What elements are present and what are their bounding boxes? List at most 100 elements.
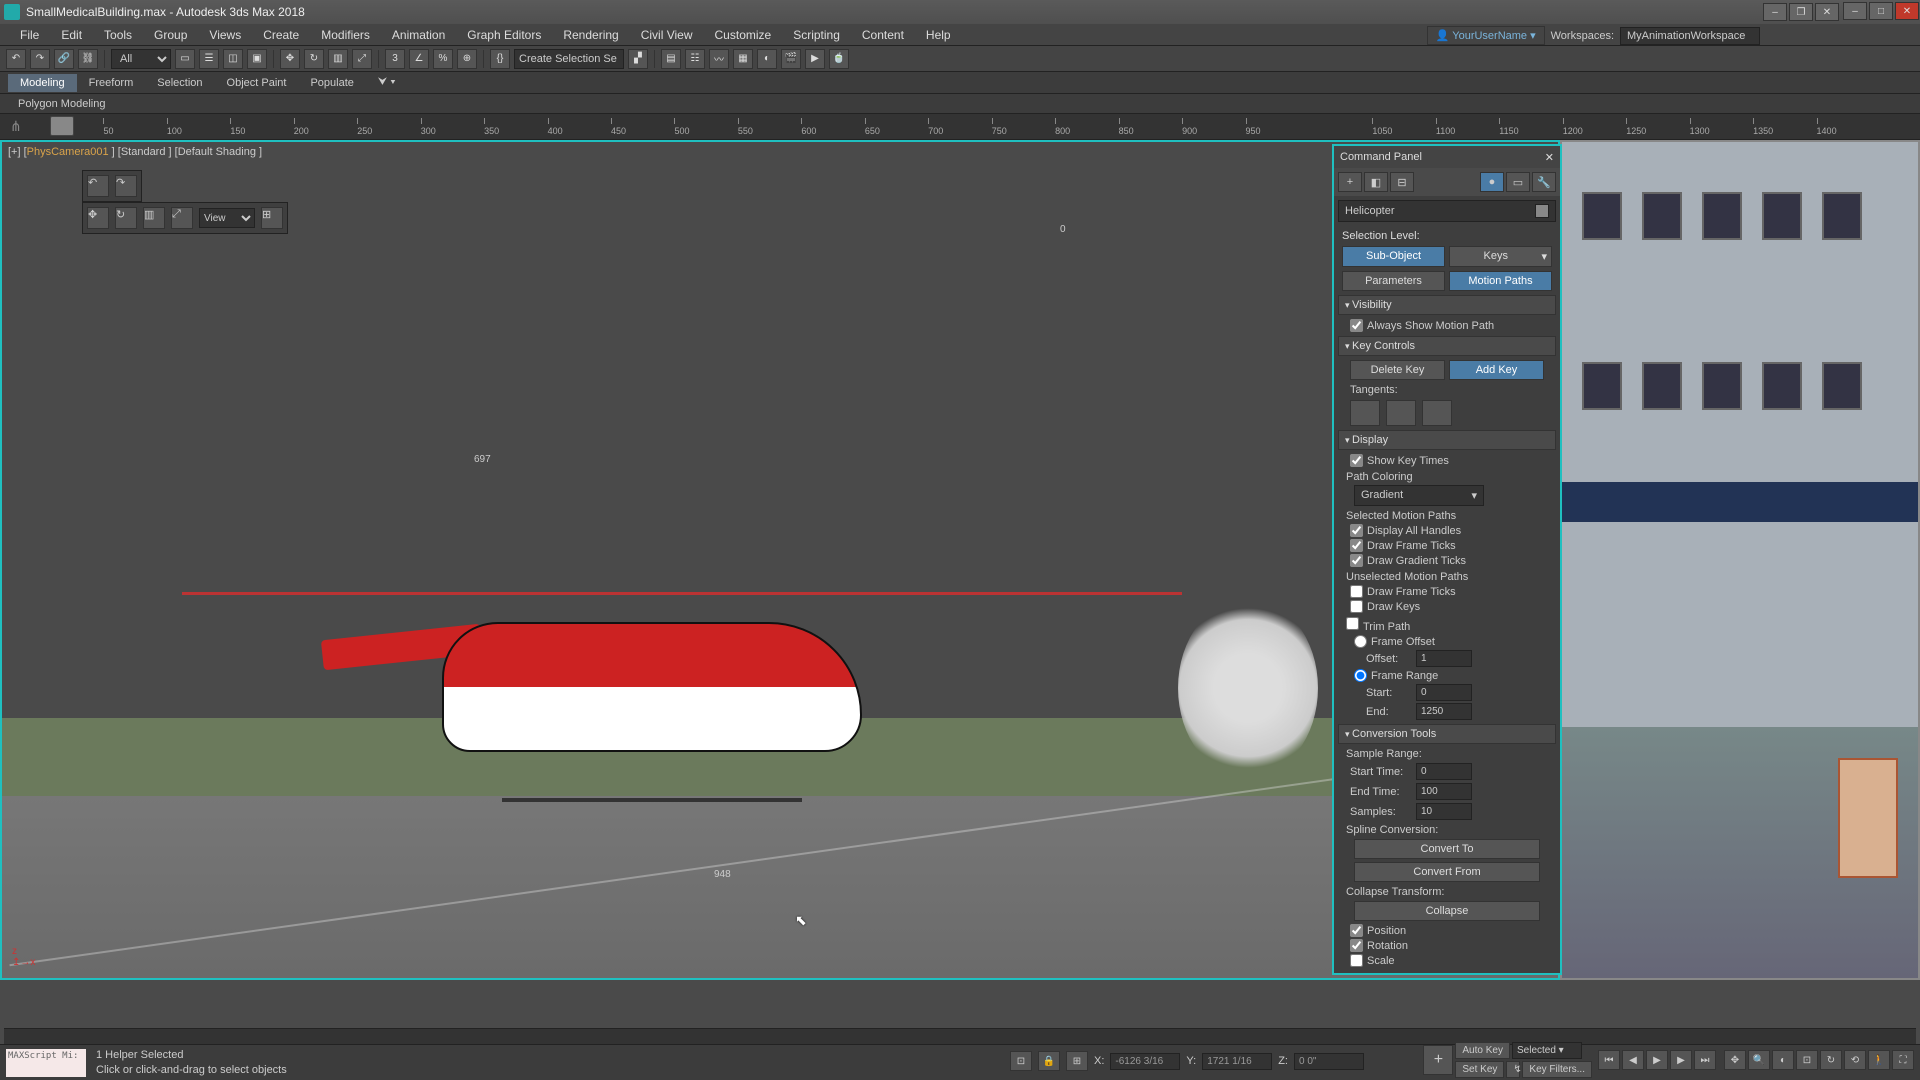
collapse-button[interactable]: Collapse	[1354, 901, 1540, 921]
move-icon[interactable]: ✥	[280, 49, 300, 69]
curve-editor-icon[interactable]: 〰	[709, 49, 729, 69]
menu-scripting[interactable]: Scripting	[783, 26, 850, 44]
utilities-tab-icon[interactable]: 🔧	[1532, 172, 1556, 192]
prev-frame-icon[interactable]: ◀	[1622, 1050, 1644, 1070]
menu-create[interactable]: Create	[253, 26, 309, 44]
layers-icon[interactable]: ☷	[685, 49, 705, 69]
viewport-label[interactable]: [+] [PhysCamera001 ] [Standard ] [Defaul…	[8, 146, 262, 158]
x-input[interactable]	[1110, 1053, 1180, 1070]
parameters-button[interactable]: Parameters	[1342, 271, 1445, 291]
timeline-config-icon[interactable]: ⋔	[10, 118, 22, 135]
display-tab-icon[interactable]: ▭	[1506, 172, 1530, 192]
viewport-camera[interactable]: 697 948 1250 0 z↥→x [+] [PhysCamera001 ]…	[0, 140, 1560, 980]
tangent-type-2-icon[interactable]	[1386, 400, 1416, 426]
link-icon[interactable]: 🔗	[54, 49, 74, 69]
render-frame-icon[interactable]: ▶	[805, 49, 825, 69]
position-checkbox[interactable]: Position	[1350, 924, 1552, 937]
offset-spinner[interactable]	[1416, 650, 1472, 667]
tab-populate[interactable]: Populate	[298, 74, 365, 92]
rollout-keycontrols[interactable]: Key Controls	[1338, 336, 1556, 356]
key-flyout-icon[interactable]: ↯	[1506, 1061, 1520, 1078]
tab-freeform[interactable]: Freeform	[77, 74, 146, 92]
scale-checkbox[interactable]: Scale	[1350, 954, 1552, 967]
redo-icon[interactable]: ↷	[30, 49, 50, 69]
draw-gradient-ticks-checkbox[interactable]: Draw Gradient Ticks	[1350, 554, 1552, 567]
close-button[interactable]: ✕	[1895, 2, 1919, 20]
nav-zoom-icon[interactable]: 🔍	[1748, 1050, 1770, 1070]
command-panel-title[interactable]: Command Panel ✕	[1334, 146, 1560, 168]
spinner-snap-icon[interactable]: ⊕	[457, 49, 477, 69]
tangent-type-1-icon[interactable]	[1350, 400, 1380, 426]
y-input[interactable]	[1202, 1053, 1272, 1070]
draw-frame-ticks2-checkbox[interactable]: Draw Frame Ticks	[1350, 585, 1552, 598]
rollout-visibility[interactable]: Visibility	[1338, 295, 1556, 315]
set-key-big-button[interactable]: +	[1423, 1045, 1453, 1075]
delete-key-button[interactable]: Delete Key	[1350, 360, 1445, 380]
nav-walk-icon[interactable]: 🚶	[1868, 1050, 1890, 1070]
isolate-icon[interactable]: ⊡	[1010, 1051, 1032, 1071]
rotate-icon[interactable]: ↻	[304, 49, 324, 69]
play-icon[interactable]: ▶	[1646, 1050, 1668, 1070]
setkey-button[interactable]: Set Key	[1455, 1061, 1504, 1078]
unlink-icon[interactable]: ⛓	[78, 49, 98, 69]
doc-close-button[interactable]: ✕	[1815, 3, 1839, 21]
samples-spinner[interactable]	[1416, 803, 1472, 820]
select-region-icon[interactable]: ◫	[223, 49, 243, 69]
menu-tools[interactable]: Tools	[94, 26, 142, 44]
vp-undo-icon[interactable]: ↶	[87, 175, 109, 197]
autokey-button[interactable]: Auto Key	[1455, 1042, 1510, 1059]
path-coloring-dropdown[interactable]: Gradient▾	[1354, 485, 1484, 506]
nav-maximize-icon[interactable]: ⛶	[1892, 1050, 1914, 1070]
nav-roll-icon[interactable]: ⟲	[1844, 1050, 1866, 1070]
start-spinner[interactable]	[1416, 684, 1472, 701]
show-key-times-checkbox[interactable]: Show Key Times	[1350, 454, 1552, 467]
viewport-perspective[interactable]	[1560, 140, 1920, 980]
goto-end-icon[interactable]: ⏭	[1694, 1050, 1716, 1070]
draw-frame-ticks-checkbox[interactable]: Draw Frame Ticks	[1350, 539, 1552, 552]
frame-offset-radio[interactable]: Frame Offset	[1354, 635, 1552, 648]
subobject-button[interactable]: Sub-Object	[1342, 246, 1445, 267]
goto-start-icon[interactable]: ⏮	[1598, 1050, 1620, 1070]
menu-help[interactable]: Help	[916, 26, 961, 44]
named-sets-icon[interactable]: {}	[490, 49, 510, 69]
percent-snap-icon[interactable]: %	[433, 49, 453, 69]
menu-civilview[interactable]: Civil View	[631, 26, 703, 44]
absolute-icon[interactable]: ⊞	[1066, 1051, 1088, 1071]
nav-orbit-icon[interactable]: ↻	[1820, 1050, 1842, 1070]
signin-link[interactable]: 👤 YourUserName ▾	[1427, 26, 1545, 45]
object-name-field[interactable]: Helicopter	[1338, 200, 1556, 222]
nav-zoomext-icon[interactable]: ⊡	[1796, 1050, 1818, 1070]
select-name-icon[interactable]: ☰	[199, 49, 219, 69]
window-crossing-icon[interactable]: ▣	[247, 49, 267, 69]
selection-set-dropdown[interactable]	[514, 49, 624, 69]
menu-edit[interactable]: Edit	[51, 26, 92, 44]
vp-2d-icon[interactable]: ⊞	[261, 207, 283, 229]
tab-objectpaint[interactable]: Object Paint	[215, 74, 299, 92]
schematic-icon[interactable]: ▦	[733, 49, 753, 69]
vp-maximize-icon[interactable]: ⤢	[171, 207, 193, 229]
tab-selection[interactable]: Selection	[145, 74, 214, 92]
vp-move-icon[interactable]: ✥	[87, 207, 109, 229]
render-setup-icon[interactable]: 🎬	[781, 49, 801, 69]
nav-fov-icon[interactable]: ◐	[1772, 1050, 1794, 1070]
end-spinner[interactable]	[1416, 703, 1472, 720]
selection-filter-dropdown[interactable]: All	[111, 49, 171, 69]
keys-dropdown[interactable]: Keys	[1449, 246, 1552, 267]
menu-rendering[interactable]: Rendering	[553, 26, 628, 44]
vp-coord-dropdown[interactable]: View	[199, 208, 255, 228]
always-show-checkbox[interactable]: Always Show Motion Path	[1350, 319, 1552, 332]
add-key-button[interactable]: Add Key	[1449, 360, 1544, 380]
z-input[interactable]	[1294, 1053, 1364, 1070]
menu-content[interactable]: Content	[852, 26, 914, 44]
subtab-polymodeling[interactable]: Polygon Modeling	[8, 96, 115, 112]
doc-minimize-button[interactable]: –	[1763, 3, 1787, 21]
next-frame-icon[interactable]: ▶	[1670, 1050, 1692, 1070]
tab-modeling[interactable]: Modeling	[8, 74, 77, 92]
create-tab-icon[interactable]: +	[1338, 172, 1362, 192]
menu-views[interactable]: Views	[199, 26, 251, 44]
motion-tab-icon[interactable]: ●	[1480, 172, 1504, 192]
nav-pan-icon[interactable]: ✥	[1724, 1050, 1746, 1070]
maximize-button[interactable]: □	[1869, 2, 1893, 20]
rollout-display[interactable]: Display	[1338, 430, 1556, 450]
lock-icon[interactable]: 🔒	[1038, 1051, 1060, 1071]
